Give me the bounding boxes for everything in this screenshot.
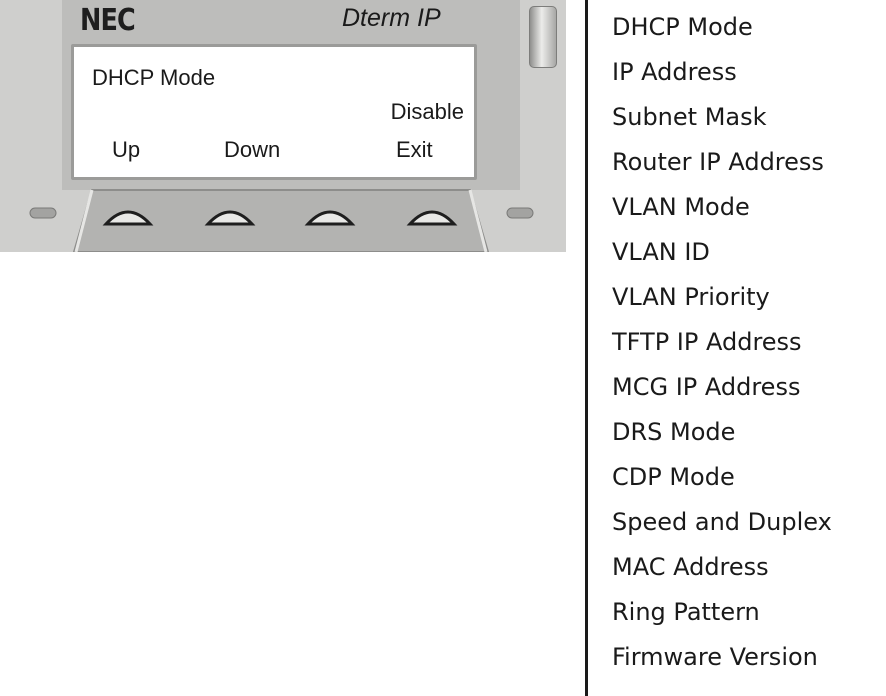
menu-item-vlan-id[interactable]: VLAN ID <box>612 240 832 285</box>
menu-item-cdp-mode[interactable]: CDP Mode <box>612 465 832 510</box>
settings-menu: DHCP Mode IP Address Subnet Mask Router … <box>585 0 886 696</box>
menu-item-vlan-mode[interactable]: VLAN Mode <box>612 195 832 240</box>
menu-item-vlan-priority[interactable]: VLAN Priority <box>612 285 832 330</box>
menu-item-firmware-version[interactable]: Firmware Version <box>612 645 832 690</box>
menu-item-ip-address[interactable]: IP Address <box>612 60 832 105</box>
menu-item-speed-and-duplex[interactable]: Speed and Duplex <box>612 510 832 555</box>
menu-item-mac-address[interactable]: MAC Address <box>612 555 832 600</box>
phone-panel: NEC Dterm IP DHCP Mode Disable Up Down E… <box>0 0 566 252</box>
menu-item-mcg-ip-address[interactable]: MCG IP Address <box>612 375 832 420</box>
left-indicator <box>29 207 57 219</box>
menu-item-router-ip-address[interactable]: Router IP Address <box>612 150 832 195</box>
menu-item-ring-pattern[interactable]: Ring Pattern <box>612 600 832 645</box>
right-indicator <box>506 207 534 219</box>
menu-item-dhcp-mode[interactable]: DHCP Mode <box>612 15 832 60</box>
menu-item-subnet-mask[interactable]: Subnet Mask <box>612 105 832 150</box>
soft-key-tray <box>29 189 534 252</box>
menu-item-tftp-ip-address[interactable]: TFTP IP Address <box>612 330 832 375</box>
menu-item-drs-mode[interactable]: DRS Mode <box>612 420 832 465</box>
menu-list: DHCP Mode IP Address Subnet Mask Router … <box>612 15 832 690</box>
